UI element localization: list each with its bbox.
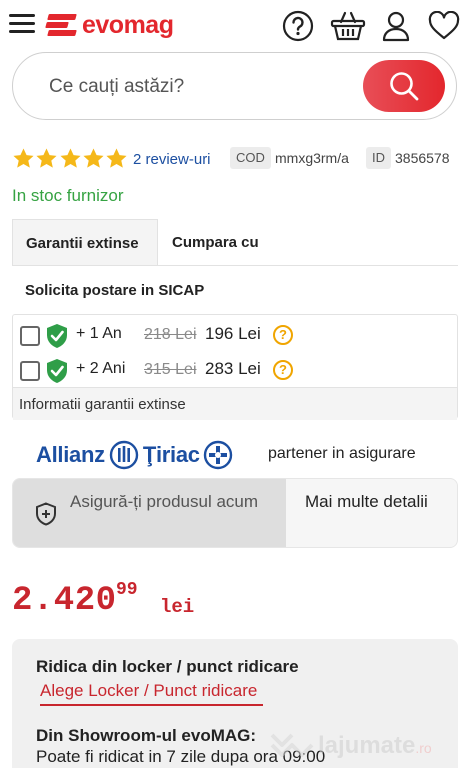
warranty-option[interactable]: + 1 An 218 Lei 196 Lei ? xyxy=(13,317,457,352)
search-input[interactable] xyxy=(49,73,349,101)
warranty-old-price: 218 Lei xyxy=(144,326,197,343)
star-icon xyxy=(83,148,104,168)
rating-stars[interactable] xyxy=(12,147,128,170)
tabs-divider xyxy=(12,265,458,266)
price-currency: lei xyxy=(160,596,195,618)
warranty-option[interactable]: + 2 Ani 315 Lei 283 Lei ? xyxy=(13,352,457,387)
ensure-product-button[interactable]: Asigură-ți produsul acum xyxy=(13,479,286,547)
lajumate-watermark: lajumate.ro xyxy=(268,726,432,766)
star-icon xyxy=(13,148,34,168)
help-circle-icon[interactable]: ? xyxy=(273,360,293,380)
stock-status: In stoc furnizor xyxy=(12,186,124,205)
warranty-info-link[interactable]: Informatii garantii extinse xyxy=(13,387,457,420)
more-details-link[interactable]: Mai multe detalii xyxy=(305,490,445,514)
id-label: ID xyxy=(366,147,391,169)
shield-plus-icon xyxy=(36,502,56,526)
search-icon xyxy=(390,72,419,101)
help-circle-icon[interactable]: ? xyxy=(273,325,293,345)
watermark-text: lajumate.ro xyxy=(318,732,432,759)
help-icon[interactable] xyxy=(282,10,314,42)
code-label: COD xyxy=(230,147,271,169)
logo-mark-icon xyxy=(45,12,77,38)
star-icon xyxy=(106,148,127,168)
warranty-options: + 1 An 218 Lei 196 Lei ? + 2 Ani 315 Lei… xyxy=(12,314,458,420)
pickup-title: Ridica din locker / punct ridicare xyxy=(36,657,299,676)
warranty-label: + 2 Ani xyxy=(76,360,126,377)
showroom-title: Din Showroom-ul evoMAG: xyxy=(36,726,257,745)
ensure-product-label: Asigură-ți produsul acum xyxy=(70,492,259,511)
warranty-label: + 1 An xyxy=(76,325,122,342)
star-icon xyxy=(60,148,81,168)
warranty-checkbox[interactable] xyxy=(20,361,40,381)
search-button[interactable] xyxy=(363,60,445,112)
top-header: evomag xyxy=(0,0,468,52)
warranty-checkbox[interactable] xyxy=(20,326,40,346)
partner-text: partener in asigurare xyxy=(268,445,416,462)
tiriac-logo-text: Ţiriac xyxy=(142,442,200,467)
rating-row: 2 review-uri COD mmxg3rm/a ID 3856578 xyxy=(12,147,458,173)
price-decimals: 99 xyxy=(116,580,138,600)
star-icon xyxy=(36,148,57,168)
shield-check-icon xyxy=(47,359,67,383)
tiriac-cross-icon xyxy=(203,440,232,470)
evomag-logo[interactable]: evomag xyxy=(45,10,174,40)
insurance-box: Asigură-ți produsul acum Mai multe detal… xyxy=(12,478,458,548)
choose-locker-link[interactable]: Alege Locker / Punct ridicare xyxy=(40,681,264,706)
tab-garantii-extinse[interactable]: Garantii extinse xyxy=(12,219,158,266)
allianz-eagle-icon xyxy=(109,440,139,470)
shield-check-icon xyxy=(47,324,67,348)
allianz-tiriac-logo: Allianz Ţiriac xyxy=(36,440,233,470)
menu-icon[interactable] xyxy=(9,14,35,34)
reviews-link[interactable]: 2 review-uri xyxy=(133,151,211,168)
search-bar xyxy=(12,52,457,120)
code-value: mmxg3rm/a xyxy=(275,150,349,166)
sicap-link[interactable]: Solicita postare in SICAP xyxy=(25,282,204,299)
allianz-logo-text: Allianz xyxy=(36,442,105,467)
warranty-new-price: 283 Lei xyxy=(205,359,261,378)
logo-text: evomag xyxy=(82,10,174,39)
price-integer: 2.420 xyxy=(12,582,117,620)
heart-icon[interactable] xyxy=(428,10,460,42)
tab-cumpara-cu[interactable]: Cumpara cu xyxy=(158,219,272,266)
product-price: 2.420 99 lei xyxy=(12,580,194,622)
watermark-logo-icon xyxy=(270,733,314,757)
user-icon[interactable] xyxy=(380,10,412,42)
warranty-new-price: 196 Lei xyxy=(205,324,261,343)
basket-icon[interactable] xyxy=(330,10,366,42)
warranty-old-price: 315 Lei xyxy=(144,361,197,378)
id-value: 3856578 xyxy=(395,150,450,166)
